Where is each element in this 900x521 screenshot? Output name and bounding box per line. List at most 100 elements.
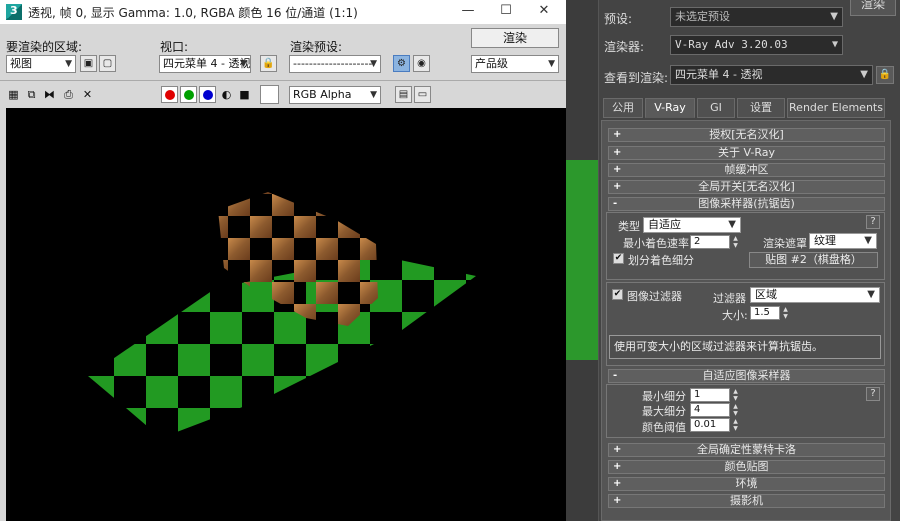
render-preset-value: -------------------- <box>293 57 373 70</box>
chevron-down-icon: ▼ <box>860 69 868 80</box>
rollout-license[interactable]: + 授权[无名汉化] <box>608 128 885 142</box>
chevron-down-icon: ▼ <box>728 219 736 230</box>
spinner-arrows-icon[interactable]: ▲ ▼ <box>731 418 740 432</box>
area-to-render-label: 要渲染的区域: <box>6 40 83 54</box>
expand-icon: + <box>613 147 622 158</box>
renderer-value: V-Ray Adv 3.20.03 <box>675 38 788 51</box>
filter-description: 使用可变大小的区域过滤器来计算抗锯齿。 <box>609 335 881 359</box>
rollout-label: 全局确定性蒙特卡洛 <box>697 443 796 456</box>
top-render-button[interactable]: 渲染 <box>850 0 896 16</box>
display-channel-select[interactable]: RGB Alpha ▼ <box>289 86 381 104</box>
filter-select[interactable]: 区域 ▼ <box>750 287 880 303</box>
tab-render-elements[interactable]: Render Elements <box>787 98 885 118</box>
alpha-channel-icon[interactable]: ◐ <box>219 87 234 102</box>
expand-icon: + <box>613 495 622 506</box>
tab-gi[interactable]: GI <box>697 98 735 118</box>
spinner-arrows-icon[interactable]: ▲ ▼ <box>731 388 740 402</box>
lock-icon[interactable]: 🔒 <box>260 55 277 72</box>
rollout-frame-buffer[interactable]: + 帧缓冲区 <box>608 163 885 177</box>
spinner-arrows-icon[interactable]: ▲ ▼ <box>781 306 790 320</box>
tab-vray[interactable]: V-Ray <box>645 98 695 118</box>
copy-image-icon[interactable]: ⧉ <box>24 87 39 102</box>
clear-icon[interactable]: ✕ <box>80 87 95 102</box>
filter-value: 区域 <box>755 288 777 301</box>
rollout-camera[interactable]: + 摄影机 <box>608 494 885 508</box>
filter-size-label: 大小: <box>722 309 748 322</box>
print-image-icon[interactable]: ⎙ <box>61 87 76 102</box>
viewport-label: 视口: <box>160 40 189 54</box>
min-shading-rate-input[interactable]: 2 <box>690 235 730 249</box>
render-mask-map-button[interactable]: 贴图 #2（棋盘格） <box>749 252 878 268</box>
color-swatch[interactable] <box>260 85 279 104</box>
screen: 透视, 帧 0, 显示 Gamma: 1.0, RGBA 颜色 16 位/通道 … <box>0 0 900 521</box>
expand-icon: + <box>613 181 622 192</box>
rollout-label: 全局开关[无名汉化] <box>698 180 795 193</box>
rollout-about-vray[interactable]: + 关于 V-Ray <box>608 146 885 160</box>
red-channel-toggle[interactable] <box>161 86 178 103</box>
spinner-arrows-icon[interactable]: ▲ ▼ <box>731 235 740 249</box>
render-preset-select[interactable]: -------------------- ▼ <box>289 55 381 73</box>
image-filter-checkbox[interactable]: ✔ <box>612 289 623 300</box>
tab-common[interactable]: 公用 <box>603 98 643 118</box>
toggle-ui-icon[interactable]: ▭ <box>414 86 431 103</box>
chevron-down-icon: ▼ <box>830 11 838 22</box>
adaptive-help-button[interactable]: ? <box>866 387 880 401</box>
save-image-icon[interactable]: ▦ <box>6 87 21 102</box>
preset-select[interactable]: 未选定预设 ▼ <box>670 7 843 27</box>
chevron-down-icon: ▼ <box>370 90 377 100</box>
toggle-ui-overlay-icon[interactable]: ▤ <box>395 86 412 103</box>
frame-buffer-controls: 要渲染的区域: 视图 ▼ ▣ ▢ 视口: 四元菜单 4 - 透视 ▼ 🔒 渲染预设:… <box>0 24 566 108</box>
renderer-select[interactable]: V-Ray Adv 3.20.03 ▼ <box>670 35 843 55</box>
render-canvas <box>88 192 476 438</box>
view-to-render-select[interactable]: 四元菜单 4 - 透视 ▼ <box>670 65 873 85</box>
chevron-down-icon: ▼ <box>864 235 872 246</box>
preset-value: 未选定预设 <box>675 10 730 23</box>
rollout-label: 摄影机 <box>730 494 763 507</box>
close-button[interactable]: ✕ <box>524 0 564 24</box>
rollout-global-switches[interactable]: + 全局开关[无名汉化] <box>608 180 885 194</box>
filter-size-input[interactable]: 1.5 <box>750 306 780 320</box>
maximize-button[interactable]: ☐ <box>486 0 526 24</box>
color-threshold-input[interactable]: 0.01 <box>690 418 730 432</box>
auto-region-icon[interactable]: ▢ <box>99 55 116 72</box>
edit-region-icon[interactable]: ▣ <box>80 55 97 72</box>
render-mask-select[interactable]: 纹理 ▼ <box>809 233 877 249</box>
lock-view-icon[interactable]: 🔒 <box>876 66 894 84</box>
sampler-type-select[interactable]: 自适应 ▼ <box>643 217 741 233</box>
red-channel-icon <box>164 89 175 100</box>
green-channel-toggle[interactable] <box>180 86 197 103</box>
expand-icon: + <box>613 461 622 472</box>
render-setup-icon[interactable]: ⚙ <box>393 55 410 72</box>
spinner-arrows-icon[interactable]: ▲ ▼ <box>731 403 740 417</box>
rollout-adaptive-sampler[interactable]: - 自适应图像采样器 <box>608 369 885 383</box>
expand-icon: + <box>613 444 622 455</box>
sampler-type-value: 自适应 <box>648 218 681 231</box>
clone-frame-buffer-icon[interactable]: ⧓ <box>42 87 57 102</box>
rollout-label: 授权[无名汉化] <box>709 128 784 141</box>
preset-label: 预设: <box>604 12 633 26</box>
area-to-render-select[interactable]: 视图 ▼ <box>6 55 76 73</box>
collapse-icon: - <box>613 370 618 381</box>
blue-channel-icon <box>202 89 213 100</box>
3dsmax-app-icon <box>6 4 22 20</box>
minimize-button[interactable]: — <box>448 0 488 24</box>
min-subdiv-input[interactable]: 1 <box>690 388 730 402</box>
rollout-color-mapping[interactable]: + 颜色贴图 <box>608 460 885 474</box>
view-to-render-value: 四元菜单 4 - 透视 <box>675 68 763 81</box>
rollout-image-sampler[interactable]: - 图像采样器(抗锯齿) <box>608 197 885 211</box>
render-quality-value: 产品级 <box>475 57 508 70</box>
blue-channel-toggle[interactable] <box>199 86 216 103</box>
rollout-global-dmc[interactable]: + 全局确定性蒙特卡洛 <box>608 443 885 457</box>
viewport-select[interactable]: 四元菜单 4 - 透视 ▼ <box>159 55 251 73</box>
divide-shading-checkbox[interactable]: ✔ <box>613 253 624 264</box>
max-subdiv-input[interactable]: 4 <box>690 403 730 417</box>
rollout-label: 自适应图像采样器 <box>702 369 791 382</box>
chevron-down-icon: ▼ <box>831 39 838 50</box>
monochrome-icon[interactable]: ■ <box>237 87 252 102</box>
rollout-environment[interactable]: + 环境 <box>608 477 885 491</box>
environment-effects-icon[interactable]: ◉ <box>413 55 430 72</box>
render-button[interactable]: 渲染 <box>471 28 559 48</box>
render-quality-select[interactable]: 产品级 ▼ <box>471 55 559 73</box>
sampler-help-button[interactable]: ? <box>866 215 880 229</box>
tab-settings[interactable]: 设置 <box>737 98 785 118</box>
